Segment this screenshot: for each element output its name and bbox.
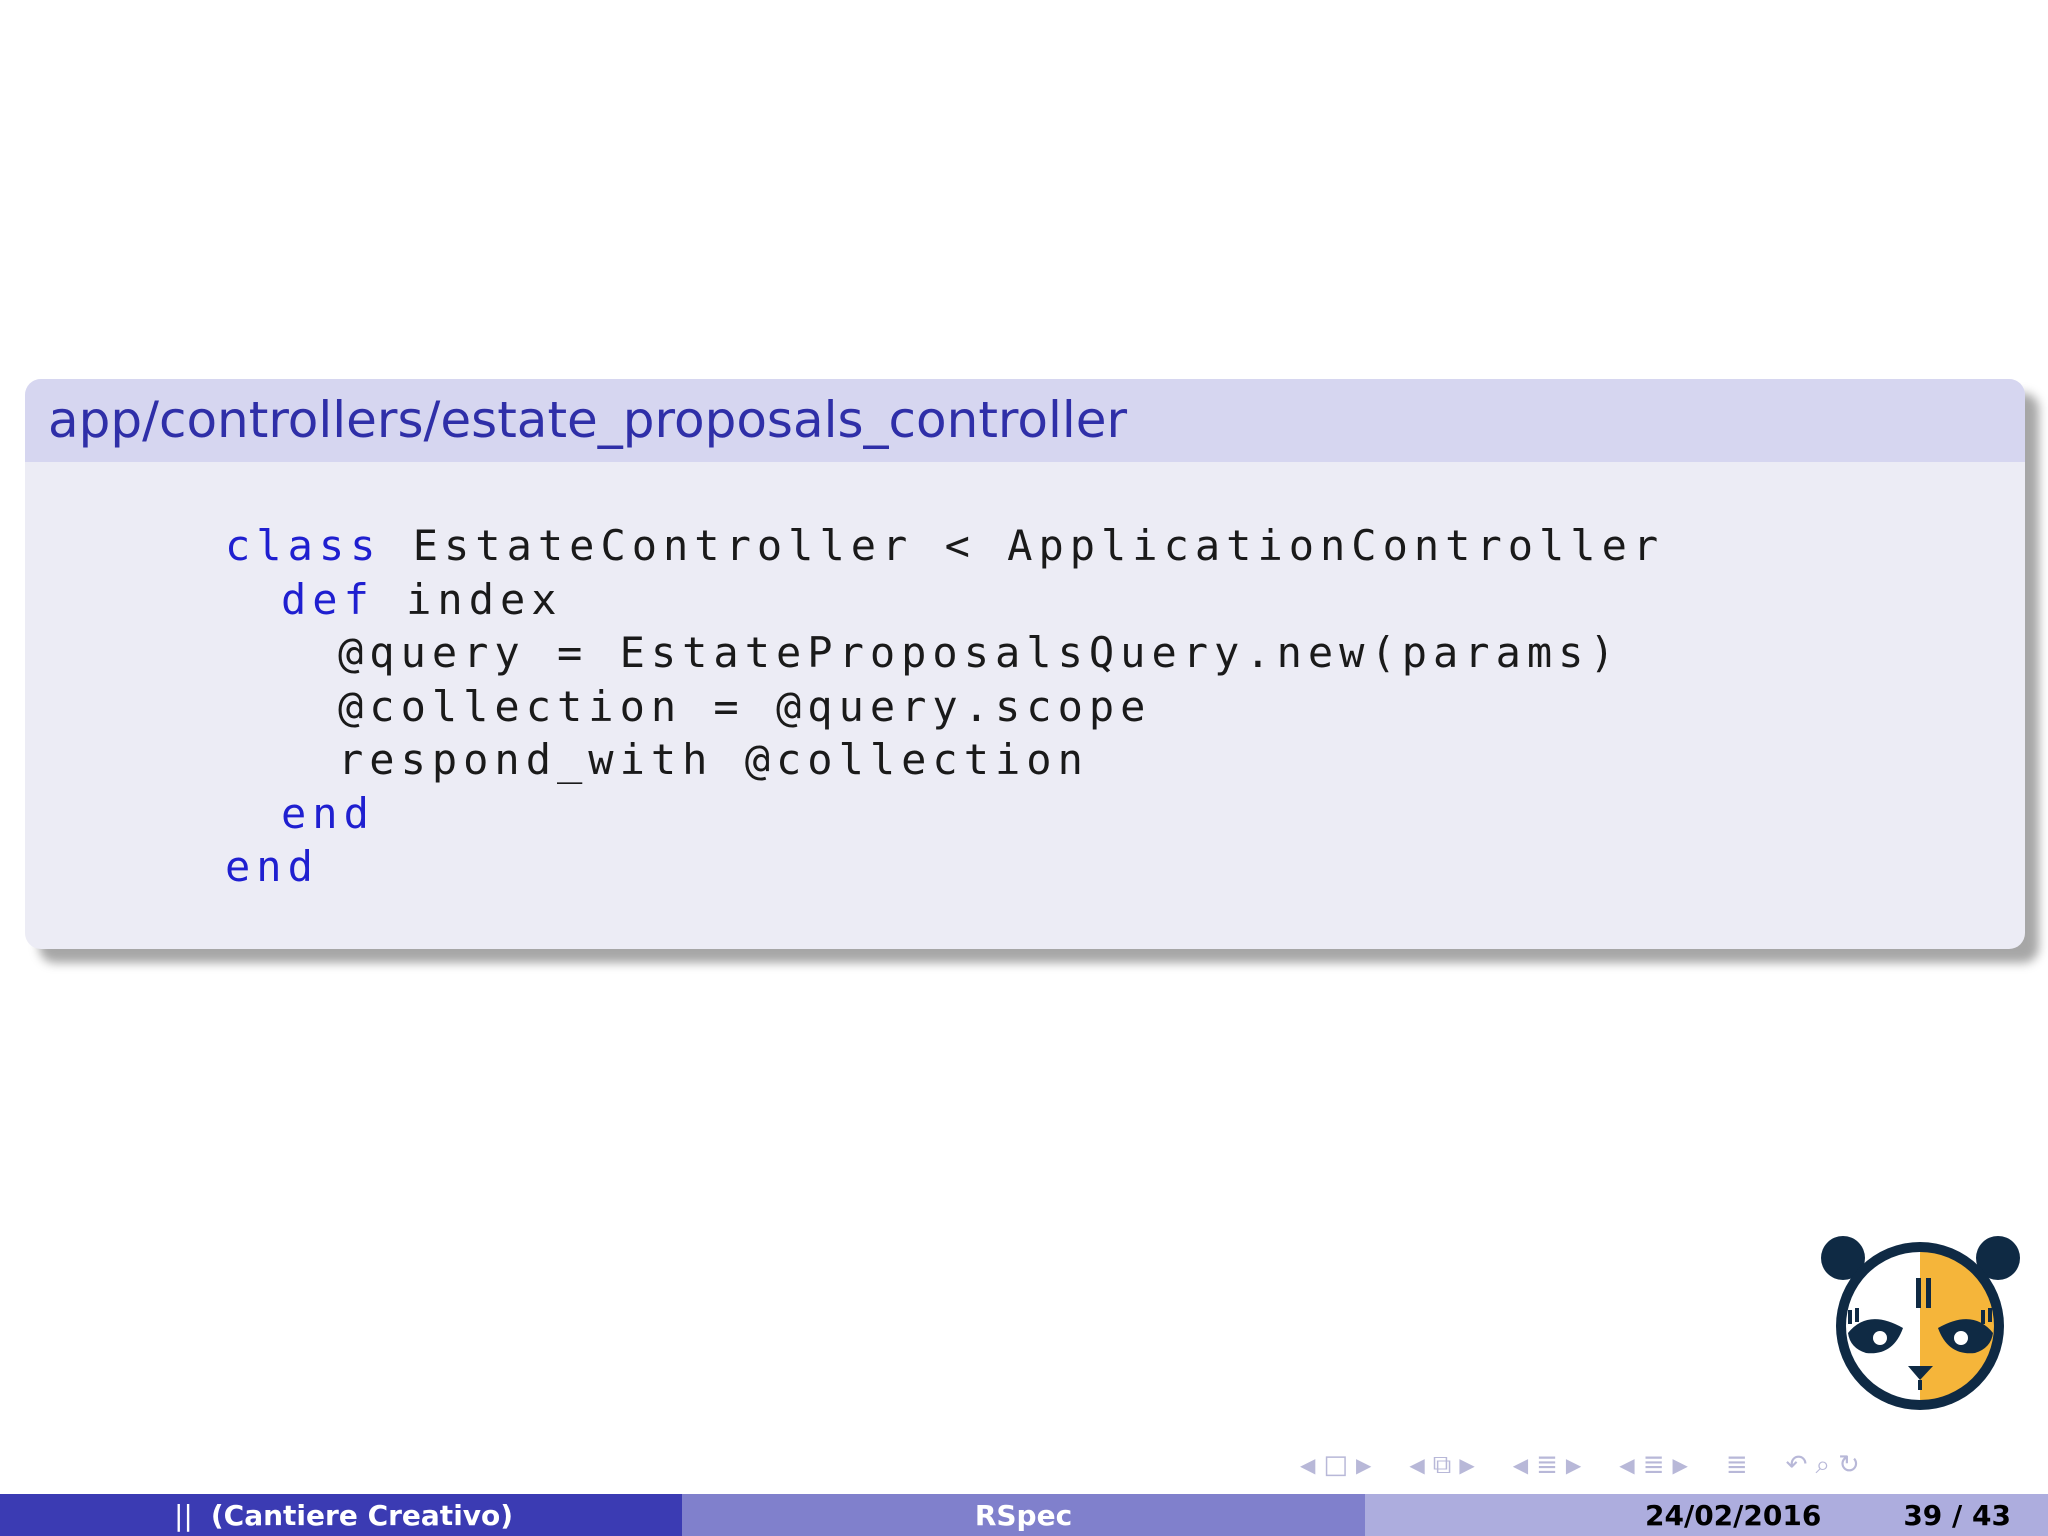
- nav-subsection-icon[interactable]: ⧉: [1433, 1450, 1452, 1481]
- code-line-2: def index: [225, 573, 1664, 627]
- panda-logo: [1821, 1236, 2020, 1410]
- nav-section-group[interactable]: ◀ ≣ ▶: [1513, 1450, 1582, 1480]
- nav-next-section-icon[interactable]: ▶: [1566, 1453, 1581, 1477]
- footer-title: RSpec: [974, 1498, 1073, 1532]
- nav-next-frame-icon[interactable]: ▶: [1356, 1453, 1371, 1477]
- footer-author-section: || (Cantiere Creativo): [0, 1494, 682, 1536]
- keyword: end: [281, 788, 375, 838]
- footer-title-section: RSpec: [682, 1494, 1365, 1536]
- redo-icon[interactable]: ↻: [1838, 1450, 1860, 1480]
- code-line-7: end: [225, 840, 1664, 894]
- nav-frame-group[interactable]: ◀ □ ▶: [1300, 1450, 1371, 1480]
- footer-date: 24/02/2016: [1645, 1498, 1822, 1532]
- code-line-6: end: [225, 787, 1664, 841]
- code-line-5: respond_with @collection: [338, 735, 1089, 784]
- code-line-3: @query = EstateProposalsQuery.new(params…: [338, 628, 1621, 677]
- block-title: app/controllers/estate_proposals_control…: [25, 379, 2025, 462]
- code-line-1: class EstateController < ApplicationCont…: [225, 519, 1664, 573]
- footer-author: (Cantiere Creativo): [210, 1498, 514, 1532]
- nav-next-subsection-icon[interactable]: ▶: [1459, 1453, 1474, 1477]
- code-listing: class EstateController < ApplicationCont…: [225, 519, 1664, 894]
- nav-prev-subsection-icon[interactable]: ◀: [1409, 1453, 1424, 1477]
- code-block: app/controllers/estate_proposals_control…: [25, 379, 2025, 949]
- nav-search-group[interactable]: ↶ ⌕ ↻: [1786, 1450, 1860, 1481]
- keyword: def: [281, 574, 375, 624]
- nav-toc-icon[interactable]: ≣: [1726, 1450, 1748, 1480]
- code-line-4: @collection = @query.scope: [338, 681, 1152, 731]
- code-text: EstateController < ApplicationController: [381, 521, 1665, 570]
- footer-date-section: 24/02/2016 39 / 43: [1365, 1494, 2048, 1536]
- undo-icon[interactable]: ↶: [1786, 1450, 1808, 1480]
- nav-part-icon[interactable]: ≣: [1643, 1450, 1665, 1480]
- search-icon[interactable]: ⌕: [1815, 1450, 1830, 1481]
- footer-separator: ||: [174, 1498, 193, 1532]
- nav-toc-group[interactable]: ≣: [1726, 1450, 1748, 1480]
- nav-part-group[interactable]: ◀ ≣ ▶: [1619, 1450, 1688, 1480]
- code-text: index: [374, 574, 563, 624]
- keyword: class: [225, 521, 382, 570]
- keyword: end: [225, 842, 319, 891]
- nav-prev-section-icon[interactable]: ◀: [1513, 1453, 1528, 1477]
- nav-prev-frame-icon[interactable]: ◀: [1300, 1453, 1315, 1477]
- nav-next-part-icon[interactable]: ▶: [1672, 1453, 1687, 1477]
- nav-section-icon[interactable]: ≣: [1536, 1450, 1558, 1480]
- footer-bar: || (Cantiere Creativo) RSpec 24/02/2016 …: [0, 1494, 2048, 1536]
- nav-frame-icon[interactable]: □: [1323, 1450, 1348, 1480]
- nav-prev-part-icon[interactable]: ◀: [1619, 1453, 1634, 1477]
- footer-page-number: 39 / 43: [1903, 1498, 2011, 1532]
- nav-subsection-group[interactable]: ◀ ⧉ ▶: [1409, 1450, 1474, 1481]
- beamer-navigation: ◀ □ ▶ ◀ ⧉ ▶ ◀ ≣ ▶ ◀ ≣ ▶ ≣ ↶ ⌕ ↻: [1300, 1448, 2040, 1482]
